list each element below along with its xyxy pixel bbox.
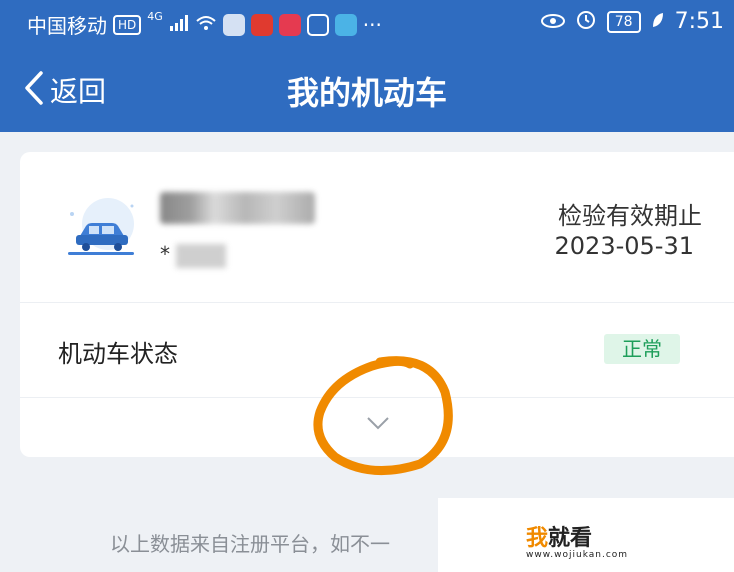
clock-time: 7:51 xyxy=(674,9,724,34)
chevron-down-icon xyxy=(367,417,389,430)
car-icon xyxy=(60,190,140,270)
network-label: 4G xyxy=(147,10,163,23)
app-header: 中国移动 HD 4G ··· 78 7:51 返回 我的机动车 xyxy=(0,0,734,132)
inspection-expiry-date: 2023-05-31 xyxy=(554,232,694,260)
carrier-label: 中国移动 xyxy=(27,14,107,38)
page-title: 我的机动车 xyxy=(286,74,447,112)
battery-icon: 78 xyxy=(606,10,641,33)
status-left: 中国移动 HD 4G ··· xyxy=(27,10,382,39)
signal-icon xyxy=(169,13,189,37)
app-notification-icon-3 xyxy=(278,13,301,36)
watermark-logo: 我就看 xyxy=(526,520,592,552)
watermark-logo-part2: 就看 xyxy=(548,526,593,551)
vehicle-summary-row[interactable]: * 检验有效期止 2023-05-31 xyxy=(20,152,734,302)
vehicle-status-label: 机动车状态 xyxy=(58,340,178,368)
vehicle-status-row: 机动车状态 正常 xyxy=(20,302,734,397)
app-notification-icon-1 xyxy=(222,13,245,36)
alarm-icon xyxy=(575,8,597,35)
vehicle-type-prefix: * xyxy=(160,242,170,266)
app-notification-icon-4 xyxy=(306,13,329,36)
watermark-url: www.wojiukan.com xyxy=(526,550,629,560)
system-status-bar: 中国移动 HD 4G ··· 78 7:51 xyxy=(0,0,734,46)
app-notification-icon-5 xyxy=(334,13,357,36)
hd-badge: HD xyxy=(113,14,142,35)
navigation-bar: 返回 我的机动车 xyxy=(0,46,734,132)
expand-details-button[interactable] xyxy=(20,398,734,457)
watermark-box: 我就看 www.wojiukan.com xyxy=(438,498,734,572)
vehicle-type-mask xyxy=(176,244,226,268)
vehicle-type-blurred: * xyxy=(160,242,226,268)
eye-icon xyxy=(540,10,565,34)
vehicle-card: * 检验有效期止 2023-05-31 机动车状态 正常 xyxy=(20,152,734,457)
wifi-icon xyxy=(195,13,217,37)
status-right: 78 7:51 xyxy=(540,8,724,35)
more-notifications-icon: ··· xyxy=(362,12,382,37)
license-plate-blurred xyxy=(160,192,315,224)
data-source-note: 以上数据来自注册平台，如不一 xyxy=(110,532,390,556)
status-badge: 正常 xyxy=(604,334,680,364)
app-notification-icon-2 xyxy=(250,13,273,36)
leaf-icon xyxy=(651,10,665,34)
watermark-logo-part1: 我 xyxy=(526,526,549,551)
inspection-expiry-label: 检验有效期止 xyxy=(558,202,702,230)
